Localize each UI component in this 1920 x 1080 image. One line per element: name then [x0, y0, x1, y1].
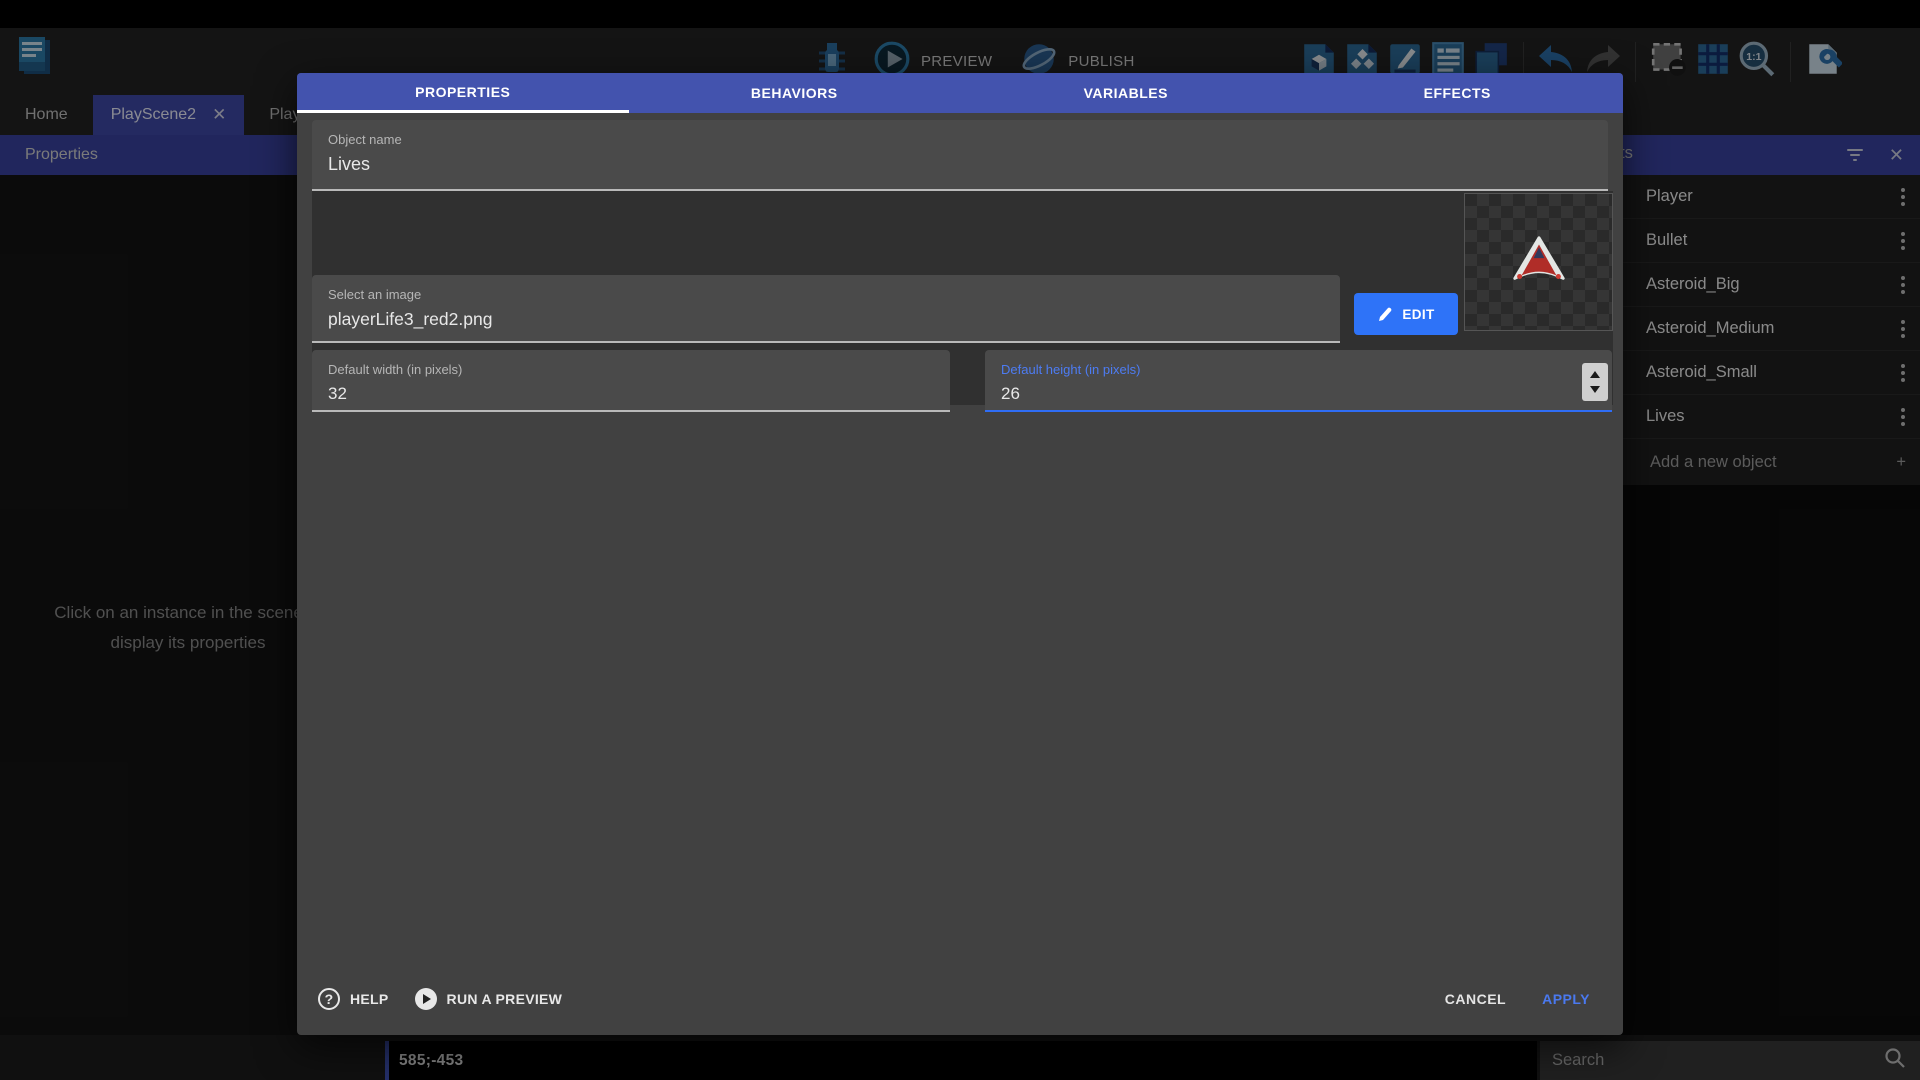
default-width-input[interactable]	[328, 384, 934, 404]
number-stepper[interactable]	[1582, 363, 1608, 401]
tab-properties[interactable]: PROPERTIES	[297, 73, 629, 113]
object-name-field[interactable]: Object name	[312, 120, 1608, 191]
image-filename-input[interactable]	[328, 309, 1324, 330]
tab-behaviors[interactable]: BEHAVIORS	[629, 73, 961, 113]
cancel-button[interactable]: CANCEL	[1445, 991, 1506, 1007]
object-properties-dialog: PROPERTIES BEHAVIORS VARIABLES EFFECTS O…	[297, 73, 1623, 1035]
tab-effects[interactable]: EFFECTS	[1292, 73, 1624, 113]
play-icon	[415, 988, 437, 1010]
default-width-label: Default width (in pixels)	[328, 362, 934, 377]
apply-button[interactable]: APPLY	[1542, 991, 1590, 1007]
dialog-tabbar: PROPERTIES BEHAVIORS VARIABLES EFFECTS	[297, 73, 1623, 113]
pencil-icon	[1377, 306, 1394, 323]
edit-image-button[interactable]: EDIT	[1354, 293, 1458, 335]
object-name-label: Object name	[328, 132, 1592, 147]
ship-sprite-icon	[1508, 235, 1570, 290]
default-height-label: Default height (in pixels)	[1001, 362, 1596, 377]
dialog-footer: ? HELP RUN A PREVIEW CANCEL APPLY	[297, 963, 1623, 1035]
object-name-input[interactable]	[328, 154, 1592, 175]
select-image-label: Select an image	[328, 287, 1324, 302]
help-button[interactable]: ? HELP	[318, 988, 389, 1010]
default-width-field[interactable]: Default width (in pixels)	[312, 350, 950, 412]
sprite-thumbnail	[1464, 193, 1613, 331]
run-preview-button[interactable]: RUN A PREVIEW	[415, 988, 563, 1010]
help-icon: ?	[318, 988, 340, 1010]
default-height-input[interactable]	[1001, 384, 1596, 404]
stepper-up-icon[interactable]	[1590, 371, 1600, 378]
default-height-field[interactable]: Default height (in pixels)	[985, 350, 1612, 412]
stepper-down-icon[interactable]	[1590, 386, 1600, 393]
tab-variables[interactable]: VARIABLES	[960, 73, 1292, 113]
select-image-field[interactable]: Select an image	[312, 275, 1340, 343]
